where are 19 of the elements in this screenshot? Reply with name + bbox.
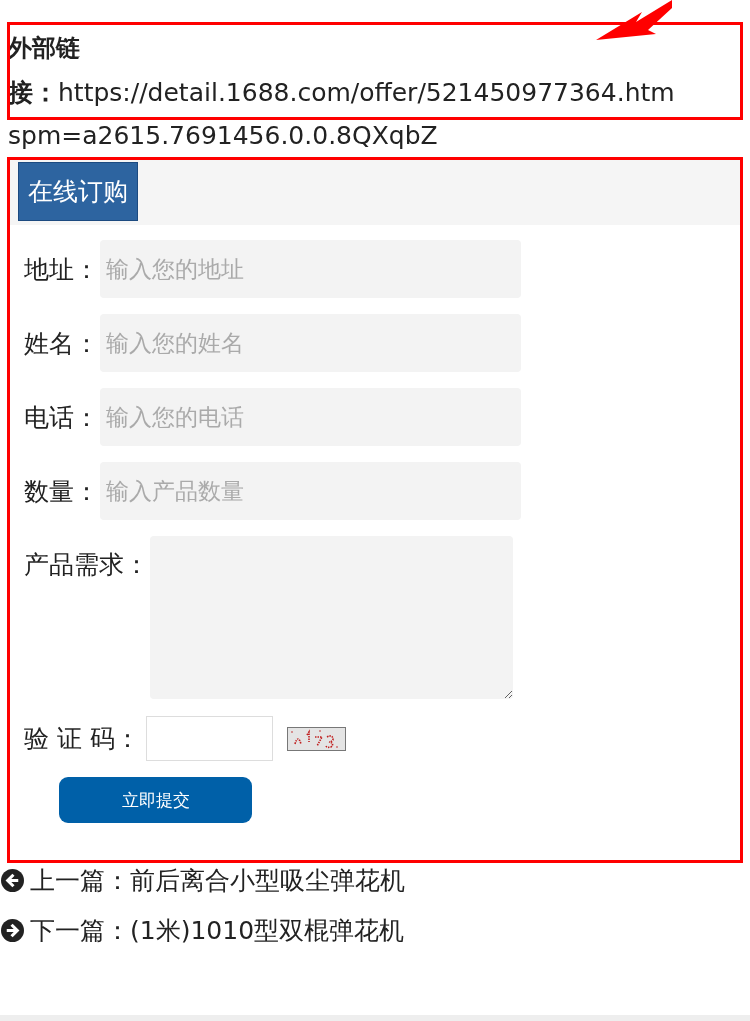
input-field[interactable]: 输入您的电话: [100, 388, 521, 446]
field-label: 数量：: [24, 475, 99, 508]
submit-button[interactable]: 立即提交: [59, 777, 252, 823]
textarea-field[interactable]: [150, 536, 513, 699]
field-label: 姓名：: [24, 327, 99, 360]
field-label: 验 证 码：: [24, 723, 140, 755]
input-field[interactable]: 输入您的姓名: [100, 314, 521, 372]
captcha-field[interactable]: [145, 716, 273, 761]
article-link[interactable]: 下一篇：(1米)1010型双棍弹花机: [30, 913, 405, 947]
field-label: 产品需求：: [24, 549, 149, 581]
input-field[interactable]: 输入您的地址: [100, 240, 521, 298]
input-field[interactable]: 输入产品数量: [100, 462, 521, 520]
form-title: 在线订购: [18, 161, 138, 221]
article-link[interactable]: 上一篇：前后离合小型吸尘弹花机: [30, 863, 405, 897]
field-label: 地址：: [24, 253, 99, 286]
link-url-text: 接：https://detail.1688.com/offer/521450977364.htm: [8, 77, 676, 109]
link-label: 外部链: [8, 33, 81, 64]
field-label: 电话：: [24, 401, 99, 434]
link-url-text: spm=a2615.7691456.0.0.8QXqbZ: [8, 120, 439, 152]
